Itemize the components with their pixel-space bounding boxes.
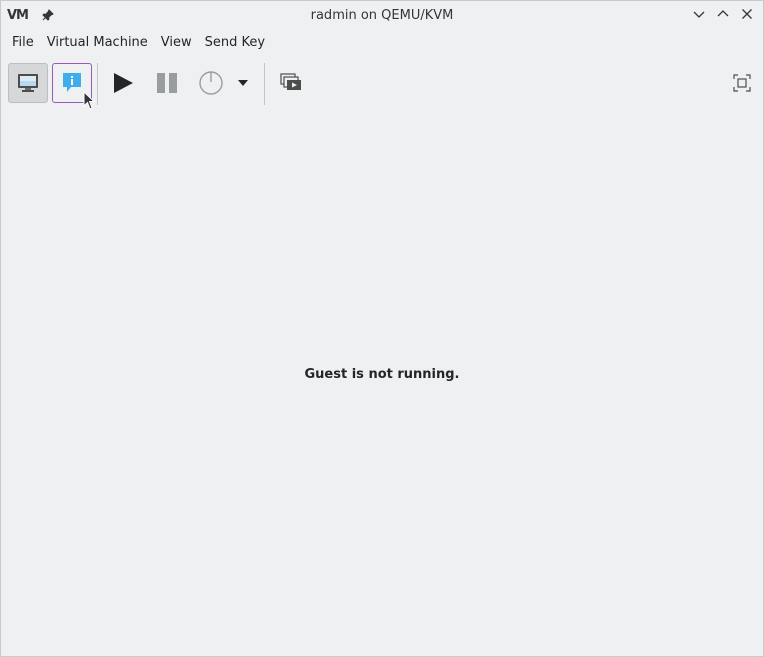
mouse-cursor-icon bbox=[83, 91, 95, 110]
title-bar: VM radmin on QEMU/KVM bbox=[1, 1, 763, 29]
pause-button[interactable] bbox=[147, 63, 187, 103]
play-icon bbox=[114, 73, 133, 93]
pin-icon[interactable] bbox=[40, 7, 56, 23]
shutdown-menu-button[interactable] bbox=[233, 63, 253, 103]
console-button[interactable] bbox=[8, 63, 48, 103]
monitor-icon bbox=[18, 74, 38, 92]
fullscreen-button[interactable] bbox=[722, 63, 762, 103]
toolbar bbox=[1, 57, 763, 109]
power-icon bbox=[199, 71, 223, 95]
toolbar-separator bbox=[97, 63, 98, 105]
menu-file[interactable]: File bbox=[5, 29, 40, 57]
snapshots-icon bbox=[280, 73, 301, 90]
close-icon[interactable] bbox=[739, 6, 755, 22]
menu-bar: File Virtual Machine View Send Key bbox=[1, 29, 763, 57]
window-controls bbox=[691, 6, 755, 22]
menu-view[interactable]: View bbox=[154, 29, 198, 57]
guest-status-message: Guest is not running. bbox=[304, 367, 460, 382]
window-title: radmin on QEMU/KVM bbox=[310, 7, 454, 23]
toolbar-separator bbox=[264, 63, 265, 105]
fullscreen-icon bbox=[733, 74, 751, 92]
run-button[interactable] bbox=[103, 63, 143, 103]
app-logo: VM bbox=[7, 7, 29, 23]
console-area: Guest is not running. bbox=[1, 109, 763, 653]
shutdown-button[interactable] bbox=[191, 63, 231, 103]
menu-send-key[interactable]: Send Key bbox=[198, 29, 271, 57]
maximize-icon[interactable] bbox=[715, 6, 731, 22]
menu-virtual-machine[interactable]: Virtual Machine bbox=[40, 29, 154, 57]
info-bubble-icon bbox=[63, 73, 81, 92]
minimize-icon[interactable] bbox=[691, 6, 707, 22]
title-bar-left: VM bbox=[7, 7, 56, 23]
pause-icon bbox=[157, 73, 177, 93]
dropdown-arrow-icon bbox=[238, 80, 248, 86]
main-window: VM radmin on QEMU/KVM File Virtual Machi… bbox=[0, 0, 764, 657]
snapshots-button[interactable] bbox=[271, 63, 311, 103]
